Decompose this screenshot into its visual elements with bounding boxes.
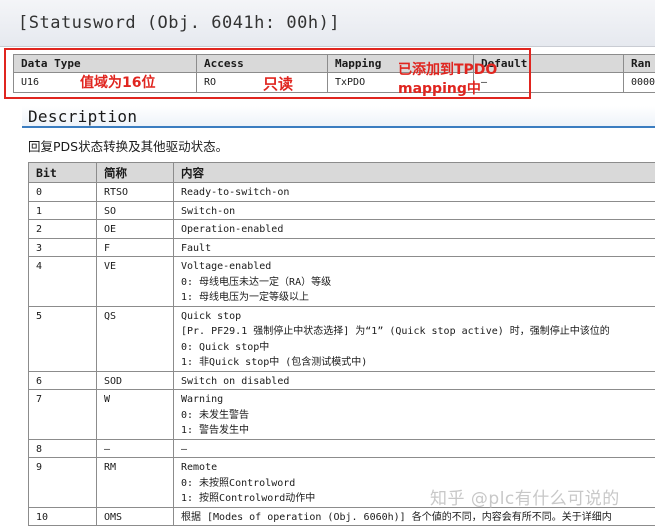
bit-content-line: 0: 未发生警告 [181,409,250,421]
bit-abbreviation: F [96,237,174,257]
object-title: [Statusword (Obj. 6041h: 00h)] [18,13,341,33]
bit-number: 8 [28,438,97,458]
bit-row: 1 SO Switch-on [28,200,655,220]
bit-content-line: Warning [181,394,224,405]
bit-number: 5 [28,305,97,372]
header-access: Access [196,54,328,73]
bit-abbreviation: W [96,389,174,440]
bit-row: 4 VE Voltage-enabled 0: 母线电压未达一定（RA）等级 1: 母线… [28,256,655,307]
description-heading-text: Description [28,107,138,126]
bit-number: 9 [28,457,97,508]
bit-row: 8— — [28,438,655,458]
description-heading: Description [22,106,655,128]
bit-number: 2 [28,219,97,239]
description-text: 回复PDS状态转换及其他驱动状态。 [28,139,229,154]
bit-header: Bit [28,162,97,183]
bit-content-line: 1: 母线电压为一定等级以上 [181,292,310,303]
bit-number: 1 [28,200,97,220]
bit-content-line: Remote [181,462,218,473]
bit-row: 3 F Fault [28,237,655,257]
value-access: RO [196,72,328,93]
summary-header-row: Data Type Access Mapping Default Ran [13,54,655,73]
bit-row: 0 RTSO Ready-to-switch-on [28,182,655,202]
bit-content: 根据 [Modes of operation (Obj. 6060h)] 各个値… [173,506,655,526]
bit-content: Warning 0: 未发生警告 1: 警告发生中 [173,389,655,440]
bit-content: Voltage-enabled 0: 母线电压未达一定（RA）等级 1: 母线电压为… [173,256,655,307]
content-header: 内容 [173,162,655,183]
header-data-type: Data Type [13,54,197,73]
bit-abbreviation: SO [96,200,174,220]
value-range: 0000 [623,72,655,93]
bit-content-line: 0: 母线电压未达一定（RA）等级 [181,276,332,288]
bit-content-line: Operation-enabled [181,224,284,235]
bit-abbreviation: OE [96,219,174,239]
bit-content-line: [Pr. PF29.1 强制停止中状态选择] 为“1” (Quick stop … [181,326,610,337]
bit-number: 10 [28,506,97,526]
title-bar: [Statusword (Obj. 6041h: 00h)] [0,0,655,47]
bit-row: 7 W Warning 0: 未发生警告 1: 警告发生中 [28,389,655,440]
bit-content: Ready-to-switch-on [173,182,655,202]
bit-abbreviation: SOD [96,370,174,390]
bit-row: 6 SOD Switch on disabled [28,370,655,390]
watermark: 知乎 @plc有什么可说的 [430,489,620,509]
bit-abbreviation: RM [96,457,174,508]
bit-abbreviation: RTSO [96,182,174,202]
bit-content-line: 1: 非Quick stop中 (包含测试模式中) [181,357,368,368]
bit-content: Quick stop [Pr. PF29.1 强制停止中状态选择] 为“1” (Q… [173,305,655,372]
bit-content-line: 1: 警告发生中 [181,425,250,436]
annotation-data-type: 值域为16位 [80,75,156,91]
bit-content-line: 根据 [Modes of operation (Obj. 6060h)] 各个値… [181,511,612,523]
bit-abbreviation: — [96,438,174,458]
bit-abbreviation: OMS [96,506,174,526]
bit-row: 10 OMS 根据 [Modes of operation (Obj. 6060h)… [28,506,655,526]
bit-number: 6 [28,370,97,390]
bit-content-line: 0: Quick stop中 [181,341,270,353]
bit-number: 7 [28,389,97,440]
bit-content-line: — [181,443,188,455]
bit-content-line: Voltage-enabled [181,261,272,272]
bit-content-line: Ready-to-switch-on [181,187,290,198]
bit-row: 2 OE Operation-enabled [28,219,655,239]
bit-content-line: Switch-on [181,205,236,217]
bit-content-line: Fault [181,242,212,254]
bit-content: Switch-on [173,200,655,220]
bit-number: 4 [28,256,97,307]
annotation-access: 只读 [263,75,294,93]
bit-content: — [173,438,655,458]
bit-number: 0 [28,182,97,202]
bit-number: 3 [28,237,97,257]
header-range: Ran [623,54,655,73]
bit-row: 5 QS Quick stop [Pr. PF29.1 强制停止中状态选择] 为“1”… [28,305,655,372]
bit-abbreviation: VE [96,256,174,307]
bit-content-line: Switch on disabled [181,375,290,387]
bit-abbreviation: QS [96,305,174,372]
annotation-mapping-line1: 已添加到TPDO [398,62,498,78]
bit-content: Fault [173,237,655,257]
bit-table: Bit 简称 内容 0 RTSO Ready-to-switch-on 1 SO Swit… [28,162,655,526]
abbr-header: 简称 [96,162,174,183]
bit-content-line: Quick stop [181,310,242,322]
annotation-mapping-line2: mapping中 [398,81,481,97]
bit-content: Switch on disabled [173,370,655,390]
bit-table-header-row: Bit 简称 内容 [28,162,655,183]
bit-content: Operation-enabled [173,219,655,239]
